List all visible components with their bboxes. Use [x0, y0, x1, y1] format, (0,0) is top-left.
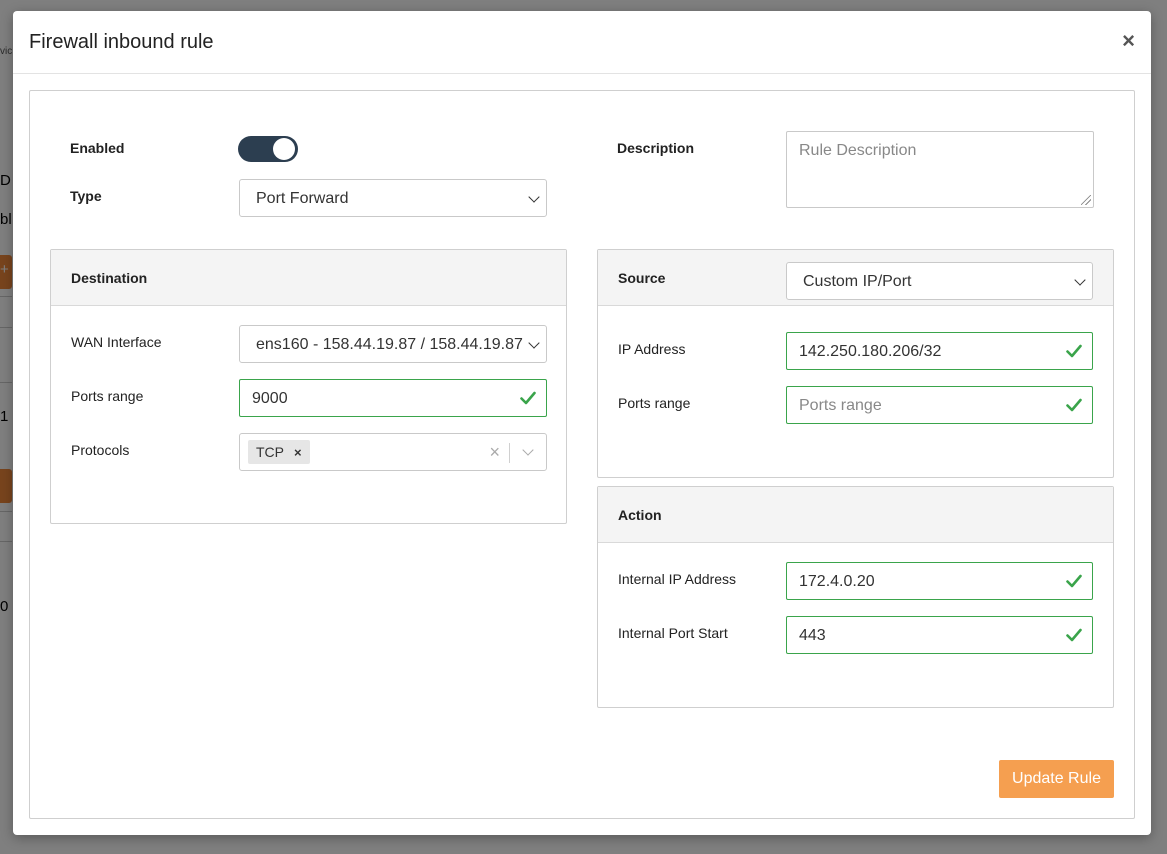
internal-port-input[interactable]: 443: [786, 616, 1093, 654]
source-ports-label: Ports range: [618, 395, 691, 411]
valid-check-icon: [520, 391, 536, 405]
valid-check-icon: [1066, 344, 1082, 358]
destination-ports-input[interactable]: 9000: [239, 379, 547, 417]
internal-port-label: Internal Port Start: [618, 625, 728, 641]
wan-interface-select[interactable]: ens160 - 158.44.19.87 / 158.44.19.87: [239, 325, 547, 363]
source-ip-value: 142.250.180.206/32: [799, 343, 942, 360]
description-label: Description: [617, 140, 695, 156]
action-panel-header: Action: [598, 487, 1113, 543]
chevron-down-icon[interactable]: [522, 444, 534, 456]
protocol-tag-label: TCP: [256, 444, 284, 460]
modal-header: Firewall inbound rule ×: [13, 11, 1151, 74]
description-textarea[interactable]: Rule Description: [786, 131, 1094, 208]
chevron-down-icon: [528, 337, 540, 349]
resize-grip-icon[interactable]: [1081, 195, 1091, 205]
wan-interface-label: WAN Interface: [71, 334, 162, 350]
destination-title: Destination: [71, 270, 148, 286]
multiselect-separator: [509, 443, 510, 463]
toggle-knob: [273, 138, 295, 160]
action-title: Action: [618, 507, 662, 523]
internal-port-value: 443: [799, 627, 826, 644]
clear-icon[interactable]: ×: [489, 442, 500, 463]
tag-remove-icon[interactable]: ×: [294, 445, 302, 460]
update-rule-button[interactable]: Update Rule: [999, 760, 1114, 798]
destination-panel-header: Destination: [51, 250, 566, 306]
type-select-value: Port Forward: [256, 190, 349, 207]
rule-form: Enabled Type Port Forward Description Ru…: [29, 90, 1135, 819]
chevron-down-icon: [528, 191, 540, 203]
type-label: Type: [70, 188, 102, 204]
destination-panel: Destination WAN Interface ens160 - 158.4…: [50, 249, 567, 524]
source-ports-input[interactable]: Ports range: [786, 386, 1093, 424]
source-ip-label: IP Address: [618, 341, 686, 357]
internal-ip-label: Internal IP Address: [618, 571, 737, 587]
destination-ports-label: Ports range: [71, 388, 144, 404]
modal-title: Firewall inbound rule: [29, 31, 214, 53]
protocol-tag: TCP ×: [248, 440, 310, 464]
action-panel: Action Internal IP Address 172.4.0.20 In…: [597, 486, 1114, 708]
source-ports-placeholder: Ports range: [799, 397, 882, 414]
valid-check-icon: [1066, 628, 1082, 642]
source-panel: Source Custom IP/Port IP Address 142.250…: [597, 249, 1114, 478]
protocols-label: Protocols: [71, 442, 130, 458]
source-mode-value: Custom IP/Port: [803, 273, 912, 290]
valid-check-icon: [1066, 574, 1082, 588]
protocols-multiselect[interactable]: TCP × ×: [239, 433, 547, 471]
source-ip-input[interactable]: 142.250.180.206/32: [786, 332, 1093, 370]
enabled-label: Enabled: [70, 140, 125, 156]
close-button[interactable]: ×: [1122, 29, 1135, 53]
enabled-toggle[interactable]: [238, 136, 298, 162]
chevron-down-icon: [1074, 274, 1086, 286]
description-placeholder: Rule Description: [799, 142, 917, 159]
type-select[interactable]: Port Forward: [239, 179, 547, 217]
source-panel-header: Source Custom IP/Port: [598, 250, 1113, 306]
source-title: Source: [618, 270, 666, 286]
internal-ip-value: 172.4.0.20: [799, 573, 875, 590]
wan-interface-value: ens160 - 158.44.19.87 / 158.44.19.87: [256, 336, 523, 353]
source-mode-select[interactable]: Custom IP/Port: [786, 262, 1093, 300]
valid-check-icon: [1066, 398, 1082, 412]
internal-ip-input[interactable]: 172.4.0.20: [786, 562, 1093, 600]
firewall-rule-modal: Firewall inbound rule × Enabled Type Por…: [13, 11, 1151, 835]
destination-ports-value: 9000: [252, 390, 288, 407]
